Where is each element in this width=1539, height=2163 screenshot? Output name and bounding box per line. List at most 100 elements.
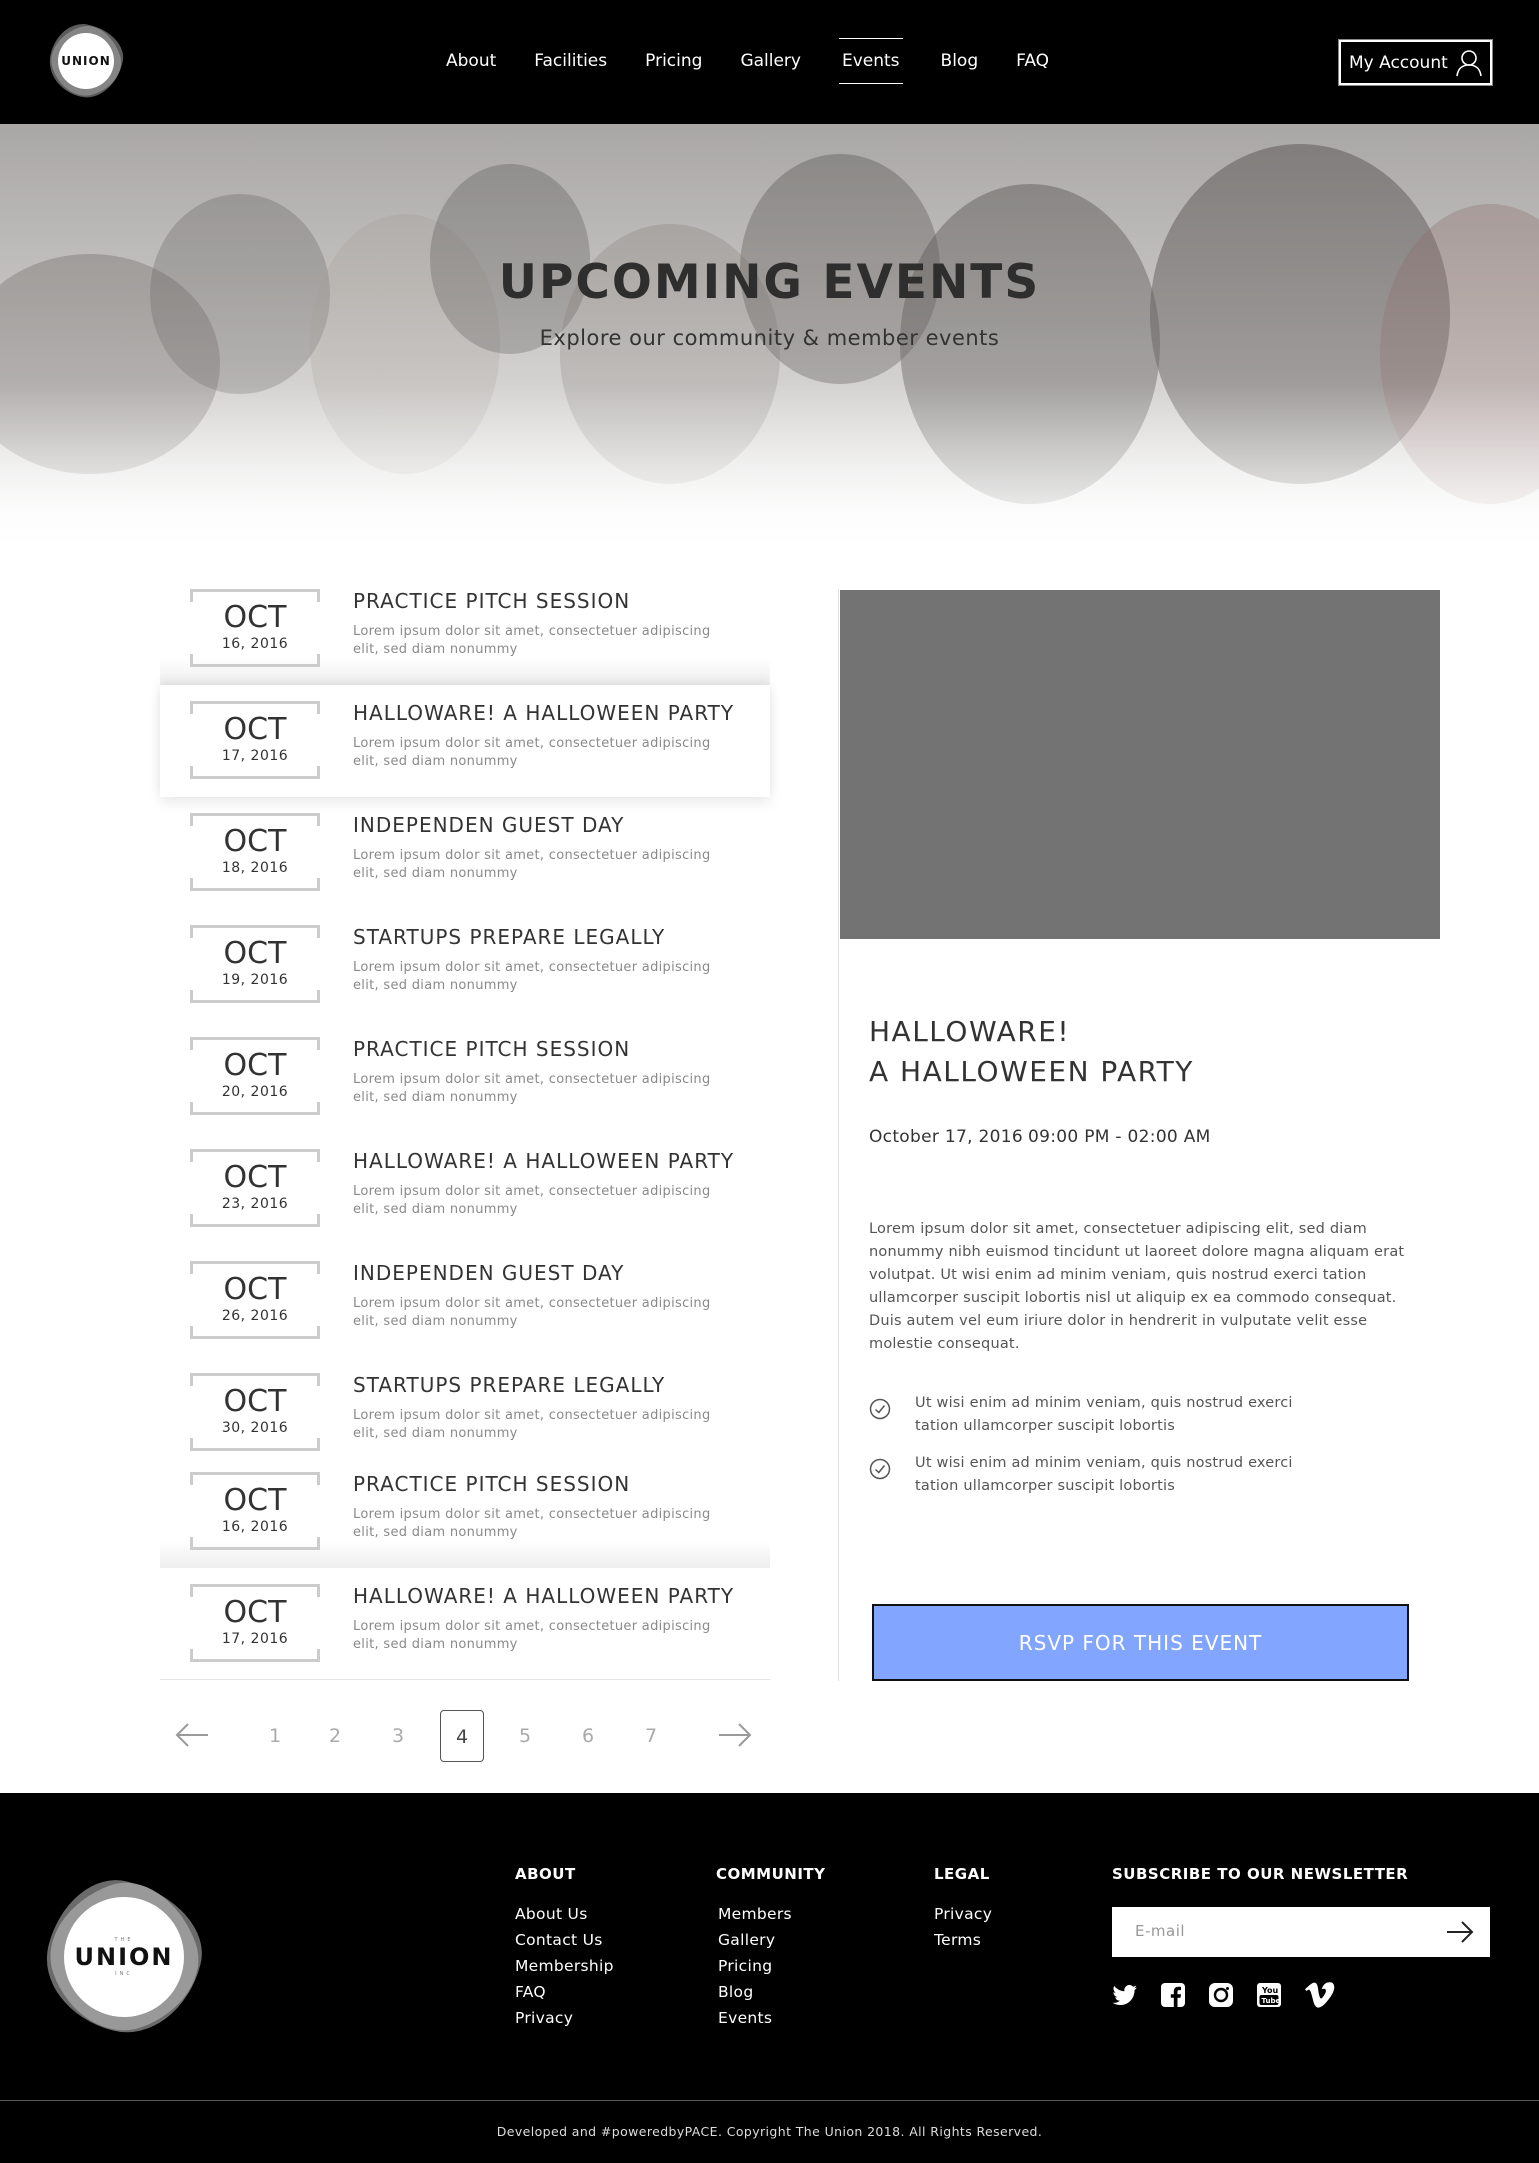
nav-about[interactable]: About xyxy=(446,38,496,84)
footer-link[interactable]: Privacy xyxy=(934,1901,992,1927)
check-circle-icon xyxy=(869,1458,891,1480)
page-5[interactable]: 5 xyxy=(503,1710,547,1762)
event-item[interactable]: OCT 16, 2016 PRACTICE PITCH SESSION Lore… xyxy=(160,1456,770,1568)
event-item[interactable]: OCT 17, 2016 HALLOWARE! A HALLOWEEN PART… xyxy=(160,1568,770,1680)
my-account-button[interactable]: My Account xyxy=(1339,40,1492,85)
event-detail-bullet: Ut wisi enim ad minim veniam, quis nostr… xyxy=(869,1455,1429,1508)
event-item[interactable]: OCT 18, 2016 INDEPENDEN GUEST DAY Lorem … xyxy=(160,797,770,909)
event-month: OCT xyxy=(223,1272,287,1307)
arrow-right-icon[interactable] xyxy=(718,1722,752,1748)
footer-link[interactable]: Terms xyxy=(934,1927,992,1953)
event-title: HALLOWARE! A HALLOWEEN PARTY xyxy=(353,1149,735,1173)
footer-legal-links: Privacy Terms xyxy=(934,1901,992,1953)
event-description: Lorem ipsum dolor sit amet, consectetuer… xyxy=(353,624,711,657)
event-date: OCT 26, 2016 xyxy=(190,1261,320,1339)
copyright-text: Developed and #poweredbyPACE. Copyright … xyxy=(496,2124,1043,2139)
event-detail-time: 09:00 PM - 02:00 AM xyxy=(1028,1127,1211,1147)
logo-text: UNION xyxy=(58,33,114,89)
hero-banner: UPCOMING EVENTS Explore our community & … xyxy=(0,124,1539,556)
logo-small-bottom: INC xyxy=(115,1971,133,1977)
event-image xyxy=(840,590,1440,939)
footer-link[interactable]: Members xyxy=(718,1901,792,1927)
event-month: OCT xyxy=(223,1595,287,1630)
event-description: Lorem ipsum dolor sit amet, consectetuer… xyxy=(353,736,711,769)
event-item-selected[interactable]: OCT 17, 2016 HALLOWARE! A HALLOWEEN PART… xyxy=(160,685,770,797)
event-month: OCT xyxy=(223,824,287,859)
main-nav: About Facilities Pricing Gallery Events … xyxy=(446,38,1087,84)
event-detail-title: HALLOWARE! A HALLOWEEN PARTY xyxy=(869,1012,1389,1092)
footer-community-links: Members Gallery Pricing Blog Events xyxy=(718,1901,792,2031)
event-month: OCT xyxy=(223,1048,287,1083)
youtube-icon[interactable]: You Tube xyxy=(1256,1979,1282,2011)
nav-events[interactable]: Events xyxy=(838,38,903,84)
event-date: OCT 16, 2016 xyxy=(190,1472,320,1550)
event-date: OCT 23, 2016 xyxy=(190,1149,320,1227)
event-month: OCT xyxy=(223,1384,287,1419)
rsvp-button[interactable]: RSVP FOR THIS EVENT xyxy=(872,1604,1409,1681)
detail-divider xyxy=(838,589,839,1681)
vimeo-icon[interactable] xyxy=(1304,1979,1336,2011)
event-date: OCT 20, 2016 xyxy=(190,1037,320,1115)
event-date: OCT 19, 2016 xyxy=(190,925,320,1003)
page-4-current[interactable]: 4 xyxy=(440,1710,484,1762)
event-date: OCT 17, 2016 xyxy=(190,1584,320,1662)
event-item[interactable]: OCT 26, 2016 INDEPENDEN GUEST DAY Lorem … xyxy=(160,1245,770,1357)
check-circle-icon xyxy=(869,1398,891,1420)
event-item[interactable]: OCT 23, 2016 HALLOWARE! A HALLOWEEN PART… xyxy=(160,1133,770,1245)
nav-pricing[interactable]: Pricing xyxy=(645,38,702,84)
pagination: 1 2 3 4 5 6 7 xyxy=(160,1710,770,1762)
event-detail-bullet: Ut wisi enim ad minim veniam, quis nostr… xyxy=(869,1395,1429,1448)
page-6[interactable]: 6 xyxy=(566,1710,610,1762)
footer-link[interactable]: Contact Us xyxy=(515,1927,614,1953)
nav-blog[interactable]: Blog xyxy=(941,38,979,84)
arrow-right-icon[interactable] xyxy=(1446,1920,1474,1944)
event-day: 23, 2016 xyxy=(221,1196,289,1212)
footer-legal-title: LEGAL xyxy=(934,1865,990,1883)
newsletter-email-input[interactable]: E-mail xyxy=(1112,1907,1490,1957)
union-logo[interactable]: UNION xyxy=(43,18,129,104)
footer-link[interactable]: Privacy xyxy=(515,2005,614,2031)
nav-faq[interactable]: FAQ xyxy=(1016,38,1049,84)
footer-link[interactable]: Pricing xyxy=(718,1953,792,1979)
event-description: Lorem ipsum dolor sit amet, consectetuer… xyxy=(353,848,711,881)
footer-link[interactable]: FAQ xyxy=(515,1979,614,2005)
page-1[interactable]: 1 xyxy=(253,1710,297,1762)
page-2[interactable]: 2 xyxy=(313,1710,357,1762)
bullet-text: Ut wisi enim ad minim veniam, quis nostr… xyxy=(915,1455,1293,1494)
event-detail-title-line2: A HALLOWEEN PARTY xyxy=(869,1055,1194,1088)
arrow-left-icon[interactable] xyxy=(175,1722,209,1748)
event-title: STARTUPS PREPARE LEGALLY xyxy=(353,1373,666,1397)
event-month: OCT xyxy=(223,1160,287,1195)
svg-text:Tube: Tube xyxy=(1262,1997,1281,2005)
footer-link[interactable]: About Us xyxy=(515,1901,614,1927)
event-date: OCT 30, 2016 xyxy=(190,1373,320,1451)
event-item[interactable]: OCT 16, 2016 PRACTICE PITCH SESSION Lore… xyxy=(160,573,770,685)
footer-link[interactable]: Events xyxy=(718,2005,792,2031)
event-title: HALLOWARE! A HALLOWEEN PARTY xyxy=(353,701,735,725)
footer-logo[interactable]: THE UNION INC xyxy=(31,1864,217,2050)
event-date: OCT 18, 2016 xyxy=(190,813,320,891)
footer-link[interactable]: Blog xyxy=(718,1979,792,2005)
nav-gallery[interactable]: Gallery xyxy=(740,38,801,84)
svg-text:You: You xyxy=(1261,1986,1279,1995)
event-date: OCT 17, 2016 xyxy=(190,701,320,779)
event-month: OCT xyxy=(223,1483,287,1518)
page-3[interactable]: 3 xyxy=(376,1710,420,1762)
event-item[interactable]: OCT 19, 2016 STARTUPS PREPARE LEGALLY Lo… xyxy=(160,909,770,1021)
event-day: 20, 2016 xyxy=(221,1084,289,1100)
event-day: 18, 2016 xyxy=(221,860,289,876)
event-item[interactable]: OCT 30, 2016 STARTUPS PREPARE LEGALLY Lo… xyxy=(160,1357,770,1469)
twitter-icon[interactable] xyxy=(1112,1979,1138,2011)
event-detail-title-line1: HALLOWARE! xyxy=(869,1015,1071,1048)
event-title: INDEPENDEN GUEST DAY xyxy=(353,1261,625,1285)
event-item[interactable]: OCT 20, 2016 PRACTICE PITCH SESSION Lore… xyxy=(160,1021,770,1133)
instagram-icon[interactable] xyxy=(1208,1979,1234,2011)
nav-facilities[interactable]: Facilities xyxy=(534,38,607,84)
footer-link[interactable]: Membership xyxy=(515,1953,614,1979)
event-title: HALLOWARE! A HALLOWEEN PARTY xyxy=(353,1584,735,1608)
footer-link[interactable]: Gallery xyxy=(718,1927,792,1953)
page-7[interactable]: 7 xyxy=(629,1710,673,1762)
facebook-icon[interactable] xyxy=(1160,1979,1186,2011)
event-day: 17, 2016 xyxy=(221,748,289,764)
event-title: PRACTICE PITCH SESSION xyxy=(353,1472,631,1496)
